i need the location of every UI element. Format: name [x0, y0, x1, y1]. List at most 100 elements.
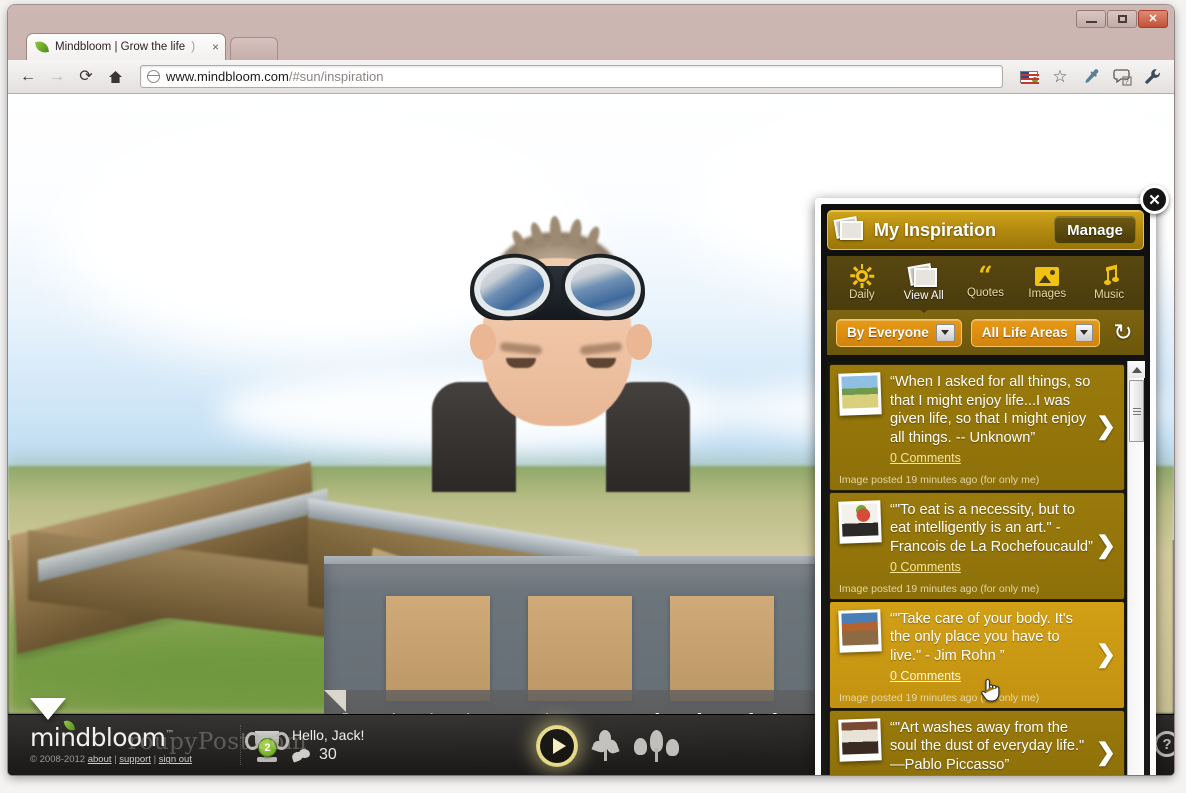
list-item[interactable]: “"Take care of your body. It's the only … — [829, 600, 1125, 709]
ear-left — [470, 324, 496, 360]
back-button[interactable]: ← — [18, 67, 38, 87]
stack-photo-icon — [907, 262, 939, 288]
music-note-icon — [1098, 264, 1120, 287]
footer-center-icons — [536, 725, 680, 767]
about-link[interactable]: about — [88, 754, 112, 765]
item-comments-link[interactable]: 0 Comments — [890, 451, 961, 465]
home-button[interactable] — [105, 67, 125, 87]
forward-button[interactable]: → — [47, 67, 67, 87]
chevron-right-icon[interactable]: ❯ — [1096, 533, 1116, 558]
page-globe-icon — [146, 70, 160, 83]
chrome-menu-button[interactable] — [1142, 67, 1164, 87]
tab-daily[interactable]: Daily — [832, 264, 892, 301]
maximize-button[interactable] — [1107, 10, 1137, 28]
chevron-right-icon[interactable]: ❯ — [1096, 415, 1116, 439]
list-item[interactable]: “"Art washes away from the soul the dust… — [829, 709, 1125, 775]
life-area-select[interactable]: All Life Areas — [970, 318, 1101, 347]
list-item[interactable]: “"To eat is a necessity, but to eat inte… — [829, 491, 1125, 600]
image-icon — [1035, 266, 1060, 286]
list-item[interactable]: “When I asked for all things, so that I … — [829, 364, 1125, 491]
minimize-button[interactable] — [1076, 10, 1106, 28]
inspiration-list-column: “When I asked for all things, so that I … — [827, 361, 1127, 775]
tab-strip: Mindbloom | Grow the life ) × — [8, 31, 1174, 60]
greeting-text: Hello, Jack! — [292, 727, 365, 743]
boy-with-goggles — [432, 215, 690, 492]
item-quote: “"Take care of your body. It's the only … — [890, 610, 1073, 665]
bookmark-button[interactable]: ☆ — [1049, 67, 1071, 87]
screenshot-root: ✕ Mindbloom | Grow the life ) × ← → ⟳ ww… — [0, 0, 1186, 793]
new-tab-button[interactable] — [230, 37, 278, 60]
page-viewport: Imagination is more important than knowl… — [8, 94, 1174, 775]
help-button[interactable]: ? — [1111, 67, 1133, 87]
tab-images[interactable]: Images — [1017, 266, 1077, 300]
tab-title: Mindbloom | Grow the life — [55, 41, 186, 53]
logo-wordmark: mindbloom — [30, 723, 166, 752]
star-icon: ☆ — [1052, 66, 1068, 86]
browser-tab-mindbloom[interactable]: Mindbloom | Grow the life ) × — [26, 33, 226, 60]
chat-help-icon: ? — [1112, 68, 1132, 86]
link-separator: | — [114, 754, 117, 766]
item-quote: “"Art washes away from the soul the dust… — [890, 719, 1085, 774]
sign-out-link[interactable]: sign out — [159, 754, 192, 765]
eyedropper-button[interactable] — [1080, 67, 1102, 87]
item-comments-link[interactable]: 0 Comments — [890, 669, 961, 683]
chevron-right-icon[interactable]: ❯ — [1096, 740, 1116, 765]
item-comments-link[interactable]: 0 Comments — [890, 560, 961, 574]
plant-icon[interactable] — [591, 729, 620, 763]
item-thumbnail — [838, 608, 882, 653]
ear-right — [626, 324, 652, 360]
item-meta: Image posted 19 minutes ago (for only me… — [839, 582, 1040, 595]
chevron-right-icon[interactable]: ❯ — [1096, 642, 1116, 667]
popup-header: My Inspiration Manage — [827, 210, 1144, 250]
wrench-icon — [1145, 68, 1160, 84]
page-fold-corner — [324, 690, 346, 712]
popup-title: My Inspiration — [874, 219, 997, 240]
tab-music[interactable]: Music — [1079, 264, 1139, 301]
item-thumbnail — [838, 372, 882, 416]
support-link[interactable]: support — [119, 754, 151, 765]
scroll-up-button[interactable] — [1128, 361, 1145, 378]
item-quote: “When I asked for all things, so that I … — [890, 374, 1091, 447]
eyedropper-icon — [1084, 69, 1098, 83]
tab-close-icon[interactable]: × — [212, 40, 219, 54]
translate-button[interactable] — [1018, 67, 1040, 87]
sun-icon — [850, 264, 875, 288]
inspiration-stack-icon — [833, 216, 865, 242]
address-bar[interactable]: www.mindbloom.com/#sun/inspiration — [140, 65, 1003, 88]
tab-view-all[interactable]: View All — [894, 262, 954, 302]
quote-mark-icon: “ — [978, 261, 993, 291]
seed-count-value: 30 — [319, 746, 337, 763]
popup-tab-bar: Daily View All “ Quotes Images Music — [827, 256, 1144, 310]
item-meta: Image posted 19 minutes ago (for only me… — [839, 691, 1040, 704]
url-host: www.mindbloom.com — [166, 69, 289, 84]
tab-quotes[interactable]: “ Quotes — [955, 261, 1015, 299]
audience-select[interactable]: By Everyone — [836, 318, 962, 347]
svg-text:?: ? — [1124, 79, 1128, 86]
my-inspiration-popup: ✕ My Inspiration Manage Daily View All “… — [815, 185, 1169, 775]
refresh-button[interactable]: ↻ — [1111, 320, 1135, 345]
browser-window: ✕ Mindbloom | Grow the life ) × ← → ⟳ ww… — [8, 5, 1174, 775]
site-logo-block[interactable]: mindbloom™ © 2008-2012 about | support |… — [30, 719, 240, 766]
trademark-symbol: ™ — [165, 729, 174, 740]
close-window-button[interactable]: ✕ — [1138, 10, 1168, 28]
copyright-text: © 2008-2012 — [30, 754, 86, 766]
flag-translate-icon — [1020, 70, 1039, 84]
leaf-favicon-icon — [35, 40, 49, 54]
item-quote: “"To eat is a necessity, but to eat inte… — [890, 501, 1093, 556]
browser-toolbar: ← → ⟳ www.mindbloom.com/#sun/inspiration… — [8, 60, 1174, 94]
scrollbar-thumb[interactable] — [1129, 380, 1144, 442]
link-separator: | — [153, 754, 157, 766]
reload-button[interactable]: ⟳ — [76, 67, 96, 87]
footer-divider — [240, 725, 241, 765]
manage-button[interactable]: Manage — [1054, 216, 1136, 244]
aviator-goggles — [470, 252, 645, 328]
sun-play-button[interactable] — [536, 725, 578, 767]
trophy-level-indicator[interactable]: 2 — [245, 729, 289, 765]
close-popup-button[interactable]: ✕ — [1140, 185, 1169, 214]
tab-label: Quotes — [966, 286, 1005, 299]
popup-scrollbar[interactable] — [1127, 361, 1145, 775]
popup-filter-bar: By Everyone All Life Areas ↻ — [827, 310, 1144, 355]
trees-icon[interactable] — [634, 728, 680, 764]
address-bar-text: www.mindbloom.com/#sun/inspiration — [166, 69, 384, 84]
question-mark-icon: ? — [1154, 731, 1174, 757]
